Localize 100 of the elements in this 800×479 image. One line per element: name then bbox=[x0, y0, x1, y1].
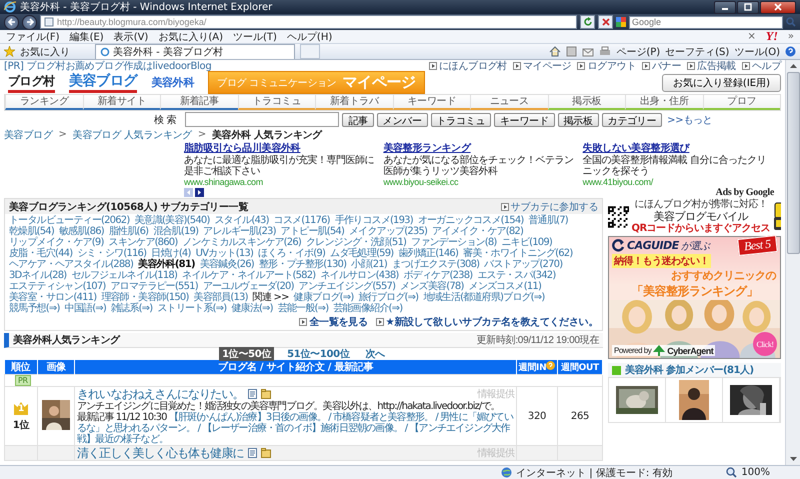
category-link[interactable]: メンズ美容(78) bbox=[400, 281, 464, 292]
blog-title[interactable]: きれいなおねえさんになりたい。 bbox=[77, 387, 244, 401]
category-link[interactable]: バストアップ(270) bbox=[484, 259, 562, 270]
category-link[interactable]: ネイルサロン(438) bbox=[320, 270, 398, 281]
search-scope-button[interactable]: キーワード bbox=[494, 112, 555, 126]
category-link[interactable]: ネイルケア・ネイルアート(582) bbox=[182, 270, 316, 281]
blog-title[interactable]: 清く正しく美しく心も体も健康に bbox=[77, 446, 244, 460]
ads-attribution[interactable]: Ads by Google bbox=[716, 186, 774, 198]
ad-banner[interactable]: CAGUIDE が選ぶ Best 5 納得！もう迷わない！ おすすめクリニックの 「美容整形ランキング」 Powered by CyberAgent Click! bbox=[608, 236, 781, 359]
scrollbar[interactable] bbox=[785, 60, 800, 465]
category-link[interactable]: 審美・ホワイトニング(62) bbox=[463, 248, 572, 259]
scroll-thumb[interactable] bbox=[786, 72, 800, 254]
printer-icon[interactable] bbox=[599, 46, 612, 57]
category-link[interactable]: トータルビューティー(2062) bbox=[9, 215, 130, 226]
menu-item[interactable]: 表示(V) bbox=[114, 30, 148, 44]
favorites-button[interactable]: お気に入り bbox=[20, 44, 70, 58]
category-link[interactable]: まつげエクステ(308) bbox=[392, 259, 480, 270]
category-link[interactable]: ニキビ(109) bbox=[502, 237, 552, 248]
nav-tab[interactable]: ニュース bbox=[470, 95, 548, 110]
scroll-up-icon[interactable] bbox=[788, 63, 798, 69]
category-link[interactable]: 歯列矯正(146) bbox=[398, 248, 458, 259]
site-search-field[interactable] bbox=[185, 112, 340, 127]
category-link[interactable]: 3Dネイル(28) bbox=[9, 270, 66, 281]
join-link[interactable]: サブカテに参加する bbox=[510, 200, 598, 214]
category-link[interactable]: ストリート系(⇒) bbox=[157, 303, 226, 314]
category-link[interactable]: アーユルヴェーダ(20) bbox=[202, 281, 294, 292]
category-link[interactable]: クレンジング・洗顔(51) bbox=[306, 237, 406, 248]
maximize-button[interactable] bbox=[737, 0, 759, 14]
category-link[interactable]: 中国語(⇒) bbox=[64, 303, 106, 314]
category-link[interactable]: オーガニックコスメ(154) bbox=[418, 215, 524, 226]
category-link[interactable]: ヘアケア・ヘアスタイル(288) bbox=[9, 259, 134, 270]
document-icon[interactable] bbox=[248, 448, 257, 458]
page-link[interactable]: 1位〜50位 bbox=[219, 347, 274, 361]
category-link[interactable]: 美容外科(81) bbox=[138, 259, 195, 270]
category-link[interactable]: 脂性肌(6) bbox=[108, 226, 148, 237]
mobile-access-link[interactable]: QRコードからいますぐアクセス bbox=[631, 223, 770, 235]
category-link[interactable]: 旅行ブログ(⇒) bbox=[358, 292, 418, 303]
category-link[interactable]: 理容師・美容師(150) bbox=[101, 292, 189, 303]
breadcrumb-link[interactable]: 美容ブログ 人気ランキング bbox=[72, 128, 192, 142]
category-link[interactable]: 敏感肌(86) bbox=[58, 226, 104, 237]
ad-title[interactable]: 脂肪吸引なら品川美容外科 bbox=[184, 141, 376, 155]
command-button[interactable]: ツール(O) bbox=[734, 44, 780, 58]
search-scope-button[interactable]: 記事 bbox=[342, 112, 374, 126]
header-link[interactable]: ログアウト bbox=[587, 60, 636, 72]
category-link[interactable]: 美容鍼灸(26) bbox=[200, 259, 254, 270]
category-link[interactable]: 整形・プチ整形(130) bbox=[258, 259, 346, 270]
mail-icon[interactable] bbox=[582, 46, 594, 56]
category-link[interactable]: UVカット(13) bbox=[196, 248, 254, 259]
category-link[interactable]: 手作りコスメ(193) bbox=[334, 215, 413, 226]
close-button[interactable] bbox=[760, 0, 796, 14]
header-link[interactable]: マイページ bbox=[522, 60, 572, 72]
search-scope-button[interactable]: トラコミュ bbox=[430, 112, 492, 126]
nav-tab[interactable]: プロフ bbox=[702, 95, 780, 110]
category-link[interactable]: 芸能一般(⇒) bbox=[278, 303, 328, 314]
category-link[interactable]: メイクアップ(235) bbox=[349, 226, 428, 237]
refresh-button[interactable] bbox=[580, 15, 595, 29]
category-link[interactable]: アイメイク・ケア(82) bbox=[432, 226, 524, 237]
help-icon[interactable] bbox=[785, 46, 796, 57]
menu-item[interactable]: ファイル(F) bbox=[6, 30, 60, 44]
page-link[interactable]: 51位〜100位 bbox=[284, 347, 353, 361]
header-link[interactable]: ヘルプ bbox=[752, 60, 781, 72]
forward-button[interactable] bbox=[22, 14, 37, 30]
search-scope-button[interactable]: カテゴリー bbox=[602, 112, 662, 126]
category-link[interactable]: セルフジェルネイル(118) bbox=[71, 270, 178, 281]
scroll-down-icon[interactable] bbox=[788, 456, 798, 462]
category-link[interactable]: ノンケミカルスキンケア(26) bbox=[182, 237, 301, 248]
category-link[interactable]: 芸能画像紹介(⇒) bbox=[333, 303, 402, 314]
category-link[interactable]: アレルギー肌(23) bbox=[203, 226, 276, 237]
ad-title[interactable]: 美容整形ランキング bbox=[383, 141, 575, 155]
category-link[interactable]: 日焼け(4) bbox=[151, 248, 191, 259]
nav-tab[interactable]: ランキング bbox=[5, 95, 82, 110]
nav-tab[interactable]: トラコミュ bbox=[238, 95, 315, 110]
star-icon[interactable] bbox=[4, 46, 15, 57]
zoom-level[interactable]: 100% bbox=[741, 467, 770, 478]
back-button[interactable] bbox=[4, 14, 19, 30]
category-link[interactable]: ほくろ・イボ(9) bbox=[258, 248, 326, 259]
header-link[interactable]: にほんブログ村 bbox=[439, 60, 507, 72]
category-link[interactable]: 美意識(美容)(540) bbox=[134, 215, 210, 226]
command-button[interactable]: セーフティ(S) bbox=[665, 44, 730, 58]
nav-tab[interactable]: 新着記事 bbox=[160, 95, 238, 110]
header-link[interactable]: 広告掲載 bbox=[697, 60, 736, 72]
home-icon[interactable] bbox=[549, 46, 562, 57]
menu-item[interactable]: 編集(E) bbox=[70, 30, 104, 44]
footer-link[interactable]: ★新設して欲しいサブカテ名を教えてください。 bbox=[386, 315, 598, 329]
category-link[interactable]: ボディケア(238) bbox=[403, 270, 472, 281]
category-link[interactable]: メンズコスメ(11) bbox=[468, 281, 542, 292]
ad-title[interactable]: 失敗しない美容整形選び bbox=[582, 141, 774, 155]
more-link[interactable]: >>もっと bbox=[667, 112, 712, 126]
subcategory-logo[interactable]: 美容外科 bbox=[151, 75, 194, 90]
toolbar-logo[interactable]: Y! bbox=[766, 29, 778, 44]
mobile-site-name[interactable]: 美容ブログモバイル bbox=[654, 211, 748, 223]
category-link[interactable]: スタイル(43) bbox=[214, 215, 269, 226]
category-link[interactable]: コスメ(1176) bbox=[274, 215, 330, 226]
search-scope-button[interactable]: メンバー bbox=[376, 112, 428, 126]
toolbar-close[interactable]: × bbox=[747, 31, 756, 42]
category-link[interactable]: 皮脂・毛穴(44) bbox=[9, 248, 72, 259]
category-link[interactable]: 競馬予想(⇒) bbox=[9, 303, 60, 314]
category-link[interactable]: 美容部員(13) bbox=[194, 292, 248, 303]
category-link[interactable]: 地域生活(都道府県)ブログ(⇒) bbox=[423, 292, 544, 303]
nav-tab[interactable]: 新着トラバ bbox=[315, 95, 392, 110]
